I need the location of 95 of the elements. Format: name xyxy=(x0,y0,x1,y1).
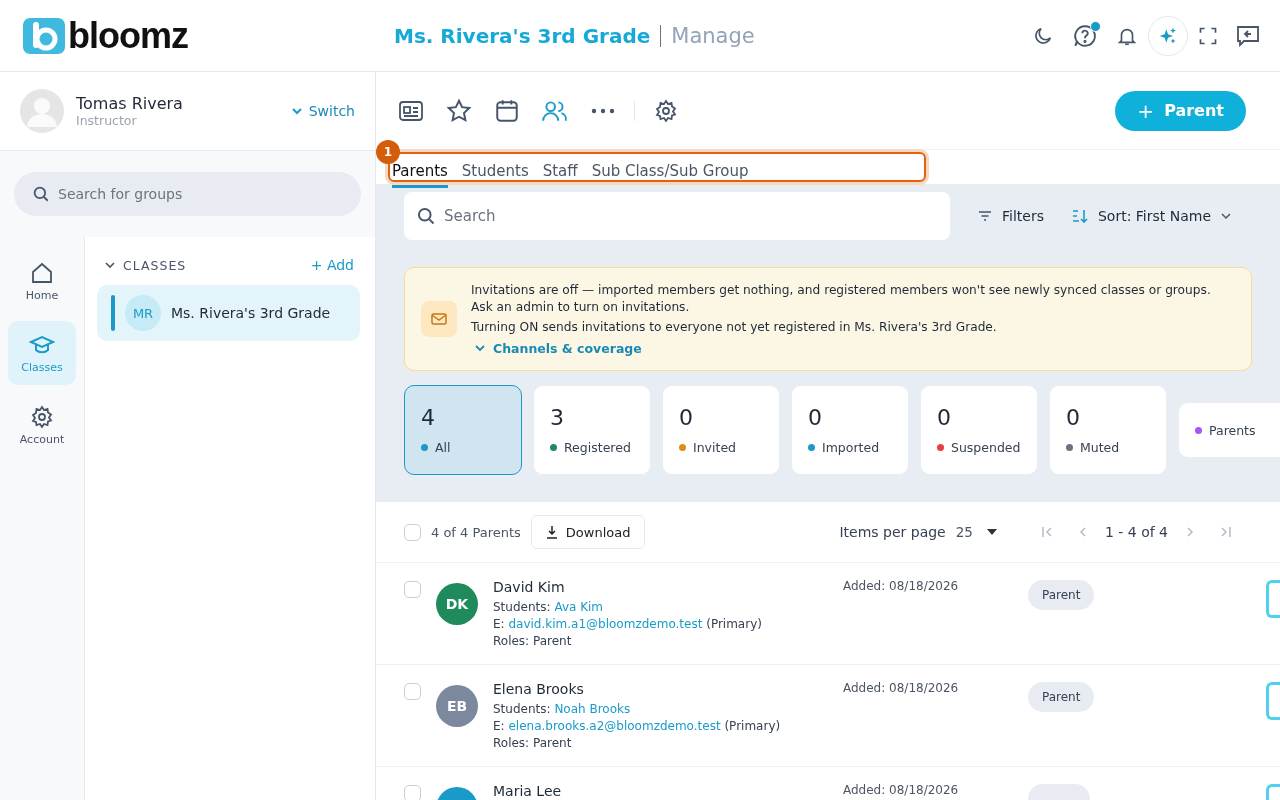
chevron-icon xyxy=(475,343,485,353)
last-page-icon[interactable] xyxy=(1220,526,1232,538)
filter-icon xyxy=(978,210,992,222)
group-search-field[interactable]: Search for groups xyxy=(14,172,361,216)
user-role: Instructor xyxy=(76,113,138,128)
roles-text: Roles: Parent xyxy=(493,634,573,648)
stat-count: 0 xyxy=(679,405,693,430)
help-icon[interactable] xyxy=(1072,22,1098,49)
chevron-icon xyxy=(1221,211,1232,221)
sort-icon xyxy=(1071,209,1088,223)
banner-text: Invitations are off — imported members get nothing, and registered members won't see newly synced classes or groups. xyxy=(471,282,1211,297)
stat-card[interactable]: 0 Suspended xyxy=(920,385,1038,475)
stat-label: Parents xyxy=(1209,422,1256,438)
caret-icon xyxy=(986,529,997,535)
first-page-icon[interactable] xyxy=(1040,526,1053,538)
stat-count: 4 xyxy=(421,405,435,430)
section-title: Manage xyxy=(671,23,755,48)
tab[interactable]: Students xyxy=(461,154,529,188)
items-per-page-label: Items per page xyxy=(839,524,946,540)
email-label: E: xyxy=(493,719,505,733)
stat-card[interactable]: Parents xyxy=(1178,402,1280,458)
tab[interactable]: Sub Class/Sub Group xyxy=(591,154,749,188)
annotation-badge: 1 xyxy=(376,140,400,164)
stat-card[interactable]: 3 Registered xyxy=(533,385,651,475)
member-name: David Kim xyxy=(493,579,566,595)
sort-button[interactable]: Sort: First Name xyxy=(1071,208,1232,224)
role-badge: Parent xyxy=(1028,580,1095,610)
classes-heading: CLASSES xyxy=(123,257,187,273)
avatar-icon xyxy=(20,89,64,133)
search-icon xyxy=(32,185,50,203)
message-arrow-icon[interactable] xyxy=(1236,24,1260,47)
email-note: (Primary) xyxy=(706,617,762,631)
logo-icon xyxy=(22,16,66,55)
added-date: Added: 08/18/2026 xyxy=(843,579,960,593)
download-button[interactable]: Download xyxy=(530,515,646,549)
home-icon xyxy=(30,260,54,285)
chevron-icon[interactable] xyxy=(105,260,115,270)
roles-text: Roles: Parent xyxy=(493,736,573,750)
role-badge: Parent xyxy=(1028,682,1095,712)
stat-label: Imported xyxy=(822,440,880,455)
stat-count: 3 xyxy=(550,405,564,430)
stat-card[interactable]: 0 Muted xyxy=(1049,385,1167,475)
mail-icon xyxy=(421,301,457,337)
banner-text: Turning ON sends invitations to everyone not yet registered in Ms. Rivera's 3rd Grade. xyxy=(471,319,998,334)
member-name: Elena Brooks xyxy=(493,681,585,697)
switch-button[interactable]: Switch xyxy=(290,103,355,119)
search-icon xyxy=(416,206,436,226)
download-icon xyxy=(545,525,558,539)
class-name: Ms. Rivera's 3rd Grade xyxy=(171,305,331,321)
member-avatar: EB xyxy=(436,685,478,727)
stat-label: Registered xyxy=(564,440,631,455)
stat-count: 0 xyxy=(937,405,951,430)
action-button[interactable] xyxy=(1266,682,1280,720)
search-field[interactable]: Search xyxy=(404,192,950,240)
page-range: 1 - 4 of 4 xyxy=(1104,524,1168,540)
added-date: Added: 08/18/2026 xyxy=(843,681,960,695)
member-name: Maria Lee xyxy=(493,783,563,799)
parent-count: 4 of 4 Parents xyxy=(431,524,521,540)
fullscreen-icon[interactable] xyxy=(1198,25,1218,46)
email-note: (Primary) xyxy=(724,719,781,733)
plus-icon: + xyxy=(1137,98,1155,123)
stat-card[interactable]: 0 Imported xyxy=(791,385,909,475)
nav-item[interactable]: Home xyxy=(8,249,76,313)
row-checkbox[interactable] xyxy=(404,785,421,800)
member-avatar: DK xyxy=(436,583,478,625)
students-label: Students: xyxy=(493,600,551,614)
stat-label: Suspended xyxy=(951,440,1021,455)
logo-wordmark: bloomz xyxy=(68,14,188,57)
stat-count: 0 xyxy=(808,405,822,430)
previous-page-icon[interactable] xyxy=(1078,526,1087,538)
next-page-icon[interactable] xyxy=(1186,526,1194,538)
stat-label: Invited xyxy=(693,440,736,455)
items-per-page-select[interactable]: 25 xyxy=(955,524,997,540)
nav-item[interactable]: Account xyxy=(8,393,76,457)
tab[interactable]: Staff xyxy=(542,154,578,188)
action-button[interactable] xyxy=(1266,580,1280,618)
banner-text: Ask an admin to turn on invitations. xyxy=(471,299,691,314)
stat-count: 0 xyxy=(1066,405,1080,430)
students-label: Students: xyxy=(493,702,551,716)
select-all-checkbox[interactable] xyxy=(404,523,421,541)
settings-icon xyxy=(30,404,54,429)
filters-button[interactable]: Filters xyxy=(978,208,1044,224)
added-date: Added: 08/18/2026 xyxy=(843,783,960,797)
row-checkbox[interactable] xyxy=(404,683,421,700)
user-name: Tomas Rivera xyxy=(76,94,183,113)
stat-label: All xyxy=(435,440,451,455)
chevron-icon xyxy=(290,105,303,117)
row-checkbox[interactable] xyxy=(404,581,421,598)
class-avatar: MR xyxy=(125,295,161,331)
class-item[interactable]: MR Ms. Rivera's 3rd Grade xyxy=(97,285,360,341)
stat-card[interactable]: 4 All xyxy=(404,385,522,475)
email-label: E: xyxy=(493,617,505,631)
stat-label: Muted xyxy=(1080,440,1120,455)
channels-link[interactable]: Channels & coverage xyxy=(471,340,1211,356)
stat-card[interactable]: 0 Invited xyxy=(662,385,780,475)
